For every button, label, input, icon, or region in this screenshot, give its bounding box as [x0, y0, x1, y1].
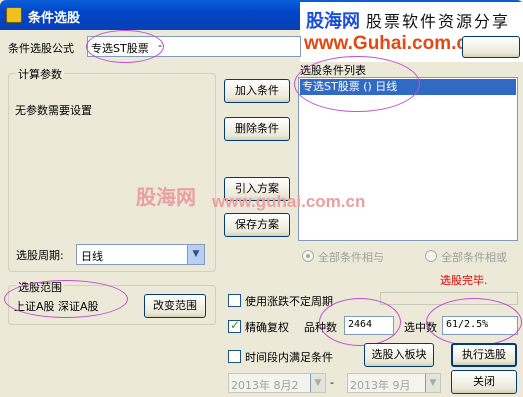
condition-list-item[interactable]: 专选ST股票 () 日线 — [300, 79, 516, 95]
time-range-checkbox[interactable] — [228, 350, 241, 363]
center-watermark-brand: 股海网 — [136, 185, 196, 209]
add-to-block-button[interactable]: 选股入板块 — [364, 343, 434, 367]
selected-label: 选中数 — [404, 321, 437, 334]
adjust-period-field[interactable] — [380, 292, 518, 305]
formula-caret: - — [158, 39, 162, 52]
watermark-url: www.Guhai.com.cn — [304, 33, 479, 54]
radio-all-and[interactable] — [302, 250, 314, 262]
use-adjust-checkbox[interactable] — [228, 294, 241, 307]
close-button[interactable]: 关闭 — [451, 370, 517, 394]
period-select[interactable]: 日线 ▼ — [76, 244, 205, 265]
watermark-brand: 股海网 — [306, 11, 360, 32]
params-group-title: 计算参数 — [16, 66, 64, 82]
radio-all-or-label: 全部条件相或 — [441, 251, 507, 264]
time-range-label: 时间段内满足条件 — [245, 351, 333, 364]
radio-all-and-label: 全部条件相与 — [318, 251, 384, 264]
formula-select[interactable]: 专选ST股票 - — [87, 36, 301, 57]
execute-button[interactable]: 执行选股 — [451, 343, 517, 367]
formula-label: 条件选股公式 — [8, 42, 74, 55]
params-message: 无参数需要设置 — [15, 104, 92, 117]
app-icon — [6, 7, 22, 23]
chevron-down-icon[interactable]: ▼ — [425, 374, 440, 392]
top-right-button[interactable] — [462, 36, 520, 58]
center-watermark-url: www.guhai.com.cn — [212, 192, 366, 211]
period-value: 日线 — [81, 250, 103, 263]
count-field: 2464 — [344, 316, 394, 335]
save-scheme-button[interactable]: 保存方案 — [224, 213, 290, 237]
use-adjust-label: 使用涨跌不定周期 — [245, 295, 333, 308]
start-date-value: 2013年 8月2 — [231, 379, 299, 392]
formula-value: 专选ST股票 — [91, 42, 149, 55]
chevron-down-icon[interactable]: ▼ — [310, 374, 325, 392]
count-label: 品种数 — [304, 321, 337, 334]
change-scope-button[interactable]: 改变范围 — [144, 294, 206, 318]
selected-value: 61/2.5% — [446, 319, 489, 330]
delete-condition-button[interactable]: 删除条件 — [224, 117, 290, 141]
start-date-picker[interactable]: 2013年 8月2 ▼ — [228, 373, 326, 393]
radio-all-or[interactable] — [425, 250, 437, 262]
end-date-picker[interactable]: 2013年 9月 ▼ — [347, 373, 441, 393]
add-condition-button[interactable]: 加入条件 — [224, 79, 290, 103]
precise-checkbox[interactable] — [228, 318, 241, 333]
end-date-value: 2013年 9月 — [350, 379, 411, 392]
date-dash: - — [330, 376, 334, 389]
precise-label: 精确复权 — [245, 321, 289, 334]
window-title: 条件选股 — [28, 11, 81, 26]
scope-value: 上证A股 深证A股 — [14, 300, 99, 313]
selected-field: 61/2.5% — [442, 316, 518, 335]
count-value: 2464 — [348, 319, 373, 330]
period-label: 选股周期: — [16, 249, 64, 262]
watermark-brand-line: 股海网 股票软件资源分享 — [306, 7, 510, 33]
condition-list[interactable]: 专选ST股票 () 日线 — [298, 77, 518, 241]
condition-list-title: 选股条件列表 — [300, 64, 366, 77]
status-text: 选股完毕. — [440, 274, 488, 287]
chevron-down-icon[interactable]: ▼ — [187, 245, 204, 264]
scope-group-title: 选股范围 — [16, 279, 64, 295]
watermark-tagline: 股票软件资源分享 — [366, 12, 511, 31]
